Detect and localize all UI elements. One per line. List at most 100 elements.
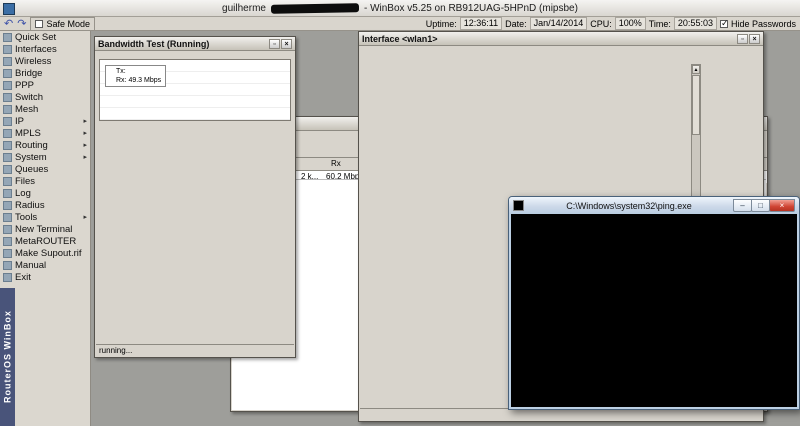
sidebar-item-label: Files [15,176,35,187]
sidebar-item-new-terminal[interactable]: New Terminal [0,223,90,235]
forward-arrow-icon[interactable]: ↷ [17,19,26,29]
ip-icon [3,117,12,126]
bandwidth-statusbar: running... [96,344,294,356]
ppp-icon [3,81,12,90]
interface-close-icon[interactable]: × [749,34,760,44]
sidebar-item-system[interactable]: System ▸ [0,151,90,163]
rx-legend-label: Rx: 49.3 Mbps [116,77,161,84]
ping-console-window: C:\Windows\system32\ping.exe – □ × [508,196,800,410]
sidebar-item-radius[interactable]: Radius [0,199,90,211]
date-label: Date: [505,19,527,29]
bandwidth-titlebar[interactable]: Bandwidth Test (Running) ▫ × [95,37,295,51]
submenu-arrow-icon: ▸ [83,213,87,221]
interface-tab-strip [359,46,702,60]
safe-mode-toggle[interactable]: Safe Mode [30,17,95,31]
cpu-label: CPU: [590,19,612,29]
sidebar-item-label: Manual [15,260,46,271]
time-label: Time: [649,19,671,29]
sidebar-item-queues[interactable]: Queues [0,163,90,175]
column-header-rx[interactable]: Rx [331,159,341,168]
metarouter-icon [3,237,12,246]
ping-minimize-icon[interactable]: – [733,199,752,212]
uptime-label: Uptime: [426,19,457,29]
submenu-arrow-icon: ▸ [83,141,87,149]
title-redacted-block [271,3,359,14]
sidebar-item-label: Queues [15,164,48,175]
sidebar-item-label: MetaROUTER [15,236,76,247]
console-icon [513,200,524,211]
sidebar-item-label: Wireless [15,56,51,67]
sidebar-item-label: Make Supout.rif [15,248,82,259]
sidebar-item-log[interactable]: Log [0,187,90,199]
sidebar-item-interfaces[interactable]: Interfaces [0,43,90,55]
ping-maximize-icon[interactable]: □ [751,199,770,212]
sidebar-item-make-supout-rif[interactable]: Make Supout.rif [0,247,90,259]
sidebar-item-label: MPLS [15,128,41,139]
cpu-value: 100% [615,17,646,30]
submenu-arrow-icon: ▸ [83,153,87,161]
throughput-chart: Tx: Rx: 49.3 Mbps [99,59,291,121]
sidebar-item-ppp[interactable]: PPP [0,79,90,91]
mesh-icon [3,105,12,114]
tx-legend-label: Tx: [116,68,126,75]
sidebar-item-exit[interactable]: Exit [0,271,90,283]
hide-passwords-checkbox[interactable] [720,20,728,28]
radius-icon [3,201,12,210]
sidebar-item-label: New Terminal [15,224,72,235]
main-title-rest: - WinBox v5.25 on RB912UAG-5HPnD (mipsbe… [364,3,578,14]
uptime-value: 12:36:11 [460,17,502,30]
rx-legend-swatch [108,77,114,83]
sidebar-item-quick-set[interactable]: Quick Set [0,31,90,43]
sidebar-item-label: Switch [15,92,43,103]
sidebar-item-label: Log [15,188,31,199]
sidebar-item-label: Routing [15,140,48,151]
ping-titlebar[interactable]: C:\Windows\system32\ping.exe – □ × [509,197,799,214]
scrollbar-thumb[interactable] [692,75,700,135]
sidebar-item-tools[interactable]: Tools▸ [0,211,90,223]
sidebar-item-metarouter[interactable]: MetaROUTER [0,235,90,247]
sidebar-item-label: Quick Set [15,32,56,43]
log-icon [3,189,12,198]
back-arrow-icon[interactable]: ↶ [4,19,13,29]
switch-icon [3,93,12,102]
wireless-icon [3,57,12,66]
terminal-icon [3,225,12,234]
submenu-arrow-icon: ▸ [83,117,87,125]
date-value: Jan/14/2014 [530,17,588,30]
scroll-up-icon[interactable]: ▲ [692,65,700,74]
winbox-app-icon [3,3,15,15]
sidebar-item-wireless[interactable]: Wireless [0,55,90,67]
sidebar-item-label: Exit [15,272,31,283]
ping-close-icon[interactable]: × [769,199,795,212]
sidebar-item-manual[interactable]: Manual [0,259,90,271]
submenu-arrow-icon: ▸ [83,129,87,137]
main-title-user: guilherme [222,3,266,14]
sidebar-item-mpls[interactable]: MPLS ▸ [0,127,90,139]
safe-mode-label: Safe Mode [46,19,90,29]
console-output[interactable] [511,214,797,407]
time-value: 20:55:03 [674,17,717,30]
main-titlebar[interactable]: guilherme - WinBox v5.25 on RB912UAG-5HP… [0,0,800,17]
sidebar-item-label: System [15,152,47,163]
sidebar-item-ip[interactable]: IP▸ [0,115,90,127]
sidebar-item-routing[interactable]: Routing ▸ [0,139,90,151]
quick-set-icon [3,33,12,42]
interface-titlebar[interactable]: Interface <wlan1> ▫ × [359,32,763,46]
bandwidth-fields [95,51,295,54]
ping-title-text: C:\Windows\system32\ping.exe [524,201,734,211]
interfaces-icon [3,45,12,54]
routing-icon [3,141,12,150]
interface-rollup-icon[interactable]: ▫ [737,34,748,44]
sidebar-item-switch[interactable]: Switch [0,91,90,103]
bandwidth-status-text: running... [99,346,132,355]
files-icon [3,177,12,186]
bandwidth-rollup-icon[interactable]: ▫ [269,39,280,49]
sidebar-item-label: Mesh [15,104,38,115]
sidebar-item-mesh[interactable]: Mesh [0,103,90,115]
supout-icon [3,249,12,258]
bandwidth-close-icon[interactable]: × [281,39,292,49]
sidebar-item-files[interactable]: Files [0,175,90,187]
sidebar-item-bridge[interactable]: Bridge [0,67,90,79]
main-toolbar: ↶ ↷ Safe Mode Uptime: 12:36:11 Date: Jan… [0,17,800,31]
bandwidth-title: Bandwidth Test (Running) [98,39,209,49]
